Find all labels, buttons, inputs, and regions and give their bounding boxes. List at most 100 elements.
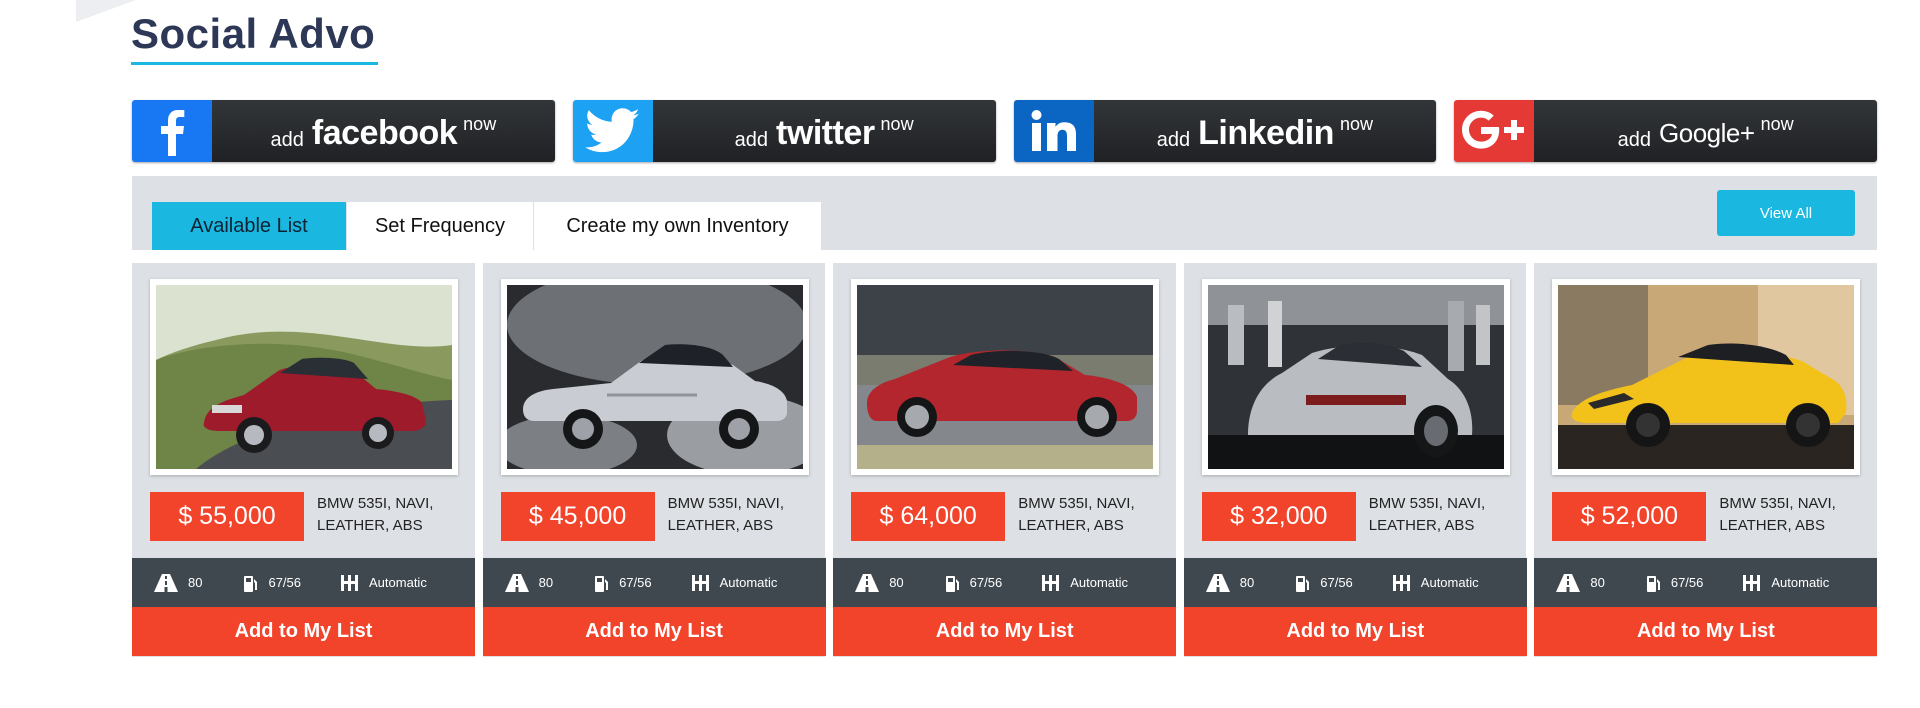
fuel-value: 67/56	[268, 575, 302, 590]
mileage-value: 80	[1590, 575, 1605, 590]
car-description: BMW 535I, NAVI, LEATHER, ABS	[1719, 495, 1836, 534]
car-card: $ 32,000 BMW 535I, NAVI, LEATHER, ABS 80…	[1183, 263, 1527, 657]
page-header: Social Advo	[131, 10, 375, 58]
fuel-value: 67/56	[1320, 575, 1353, 590]
fuel-pump-icon	[1296, 575, 1310, 592]
yellow-supercar-photo[interactable]	[1558, 285, 1855, 469]
fuel-spec: 67/56	[945, 574, 1003, 592]
add-google-plus-button[interactable]: add Google+ now	[1454, 100, 1877, 162]
gearbox-icon	[1743, 574, 1761, 591]
fuel-value: 67/56	[619, 575, 652, 590]
social-brand-text: twitter	[776, 113, 875, 152]
fuel-spec: 67/56	[244, 574, 301, 592]
tab-create-inventory[interactable]: Create my own Inventory	[534, 202, 822, 250]
fuel-value: 67/56	[969, 575, 1003, 590]
tab-panel: Available List Set Frequency Create my o…	[132, 176, 1877, 250]
spec-bar: 80 67/56 Automatic	[1534, 558, 1878, 607]
add-twitter-button[interactable]: add twitter now	[572, 100, 996, 162]
car-card: $ 55,000 BMW 535I, NAVI, LEATHER, ABS 80…	[132, 263, 475, 657]
road-icon	[855, 573, 880, 592]
twitter-label: add twitter now	[652, 100, 996, 162]
social-add-text: add	[734, 128, 769, 151]
title-underline	[131, 62, 378, 65]
social-brand-text: facebook	[311, 113, 458, 152]
car-description: BMW 535I, NAVI, LEATHER, ABS	[317, 495, 434, 534]
twitter-bird-icon	[572, 100, 653, 162]
mileage-value: 80	[188, 575, 203, 590]
fuel-pump-icon	[244, 575, 258, 592]
car-description: BMW 535I, NAVI, LEATHER, ABS	[667, 495, 785, 534]
transmission-value: Automatic	[1420, 575, 1479, 590]
mileage-spec: 80	[1556, 573, 1605, 592]
facebook-label: add facebook now	[212, 100, 555, 162]
social-brand-text: Google+	[1659, 117, 1755, 148]
add-to-list-button[interactable]: Add to My List	[132, 607, 475, 656]
page-title: Social Advo	[131, 10, 376, 57]
road-icon	[1205, 573, 1230, 592]
add-to-list-button[interactable]: Add to My List	[1534, 607, 1878, 656]
social-buttons: add facebook now add twitter now add Lin…	[132, 100, 1877, 162]
transmission-spec: Automatic	[1741, 574, 1830, 591]
add-facebook-button[interactable]: add facebook now	[132, 100, 555, 162]
silver-convertible-photo[interactable]	[506, 285, 803, 469]
transmission-value: Automatic	[369, 575, 427, 590]
gearbox-icon	[341, 574, 359, 591]
mileage-spec: 80	[504, 573, 554, 592]
page: Social Advo add facebook now add twitter…	[0, 0, 1920, 708]
social-now-text: now	[1339, 113, 1373, 134]
car-photo-frame	[1201, 279, 1510, 475]
tab-set-frequency[interactable]: Set Frequency	[347, 202, 534, 250]
mileage-spec: 80	[1205, 573, 1255, 592]
mileage-spec: 80	[855, 573, 904, 592]
mileage-spec: 80	[154, 573, 203, 592]
mileage-value: 80	[889, 575, 904, 590]
car-description: BMW 535I, NAVI, LEATHER, ABS	[1018, 495, 1135, 534]
red-coupe-photo[interactable]	[857, 285, 1154, 469]
mileage-value: 80	[1239, 575, 1255, 590]
transmission-value: Automatic	[1771, 575, 1830, 590]
car-description: BMW 535I, NAVI, LEATHER, ABS	[1368, 495, 1486, 534]
transmission-value: Automatic	[1070, 575, 1129, 590]
road-icon	[1556, 573, 1581, 592]
red-sedan-photo[interactable]	[156, 285, 452, 469]
facebook-icon	[132, 100, 212, 162]
fuel-pump-icon	[595, 575, 609, 592]
road-icon	[154, 573, 178, 592]
fuel-value: 67/56	[1670, 575, 1704, 590]
transmission-spec: Automatic	[1040, 574, 1129, 591]
fuel-spec: 67/56	[1646, 574, 1704, 592]
gearbox-icon	[691, 574, 709, 591]
mileage-value: 80	[538, 575, 554, 590]
car-photo-frame	[150, 279, 458, 475]
transmission-spec: Automatic	[1391, 574, 1479, 591]
add-to-list-button[interactable]: Add to My List	[1183, 607, 1527, 656]
fuel-pump-icon	[1646, 575, 1660, 592]
corner-decoration	[76, 0, 136, 22]
price-badge: $ 55,000	[150, 492, 304, 541]
car-list: $ 55,000 BMW 535I, NAVI, LEATHER, ABS 80…	[132, 263, 1878, 657]
silver-coupe-photo[interactable]	[1207, 285, 1504, 469]
social-now-text: now	[1760, 113, 1794, 134]
tab-available-list[interactable]: Available List	[152, 202, 347, 250]
add-linkedin-button[interactable]: add Linkedin now	[1013, 100, 1437, 162]
price-badge: $ 45,000	[500, 492, 655, 541]
car-card: $ 64,000 BMW 535I, NAVI, LEATHER, ABS 80…	[833, 263, 1177, 657]
fuel-pump-icon	[945, 575, 959, 592]
add-to-list-button[interactable]: Add to My List	[833, 607, 1177, 656]
road-icon	[504, 573, 529, 592]
price-badge: $ 64,000	[851, 492, 1006, 541]
fuel-spec: 67/56	[1296, 574, 1353, 592]
gearbox-icon	[1392, 574, 1410, 591]
fuel-spec: 67/56	[595, 574, 652, 592]
price-badge: $ 52,000	[1552, 492, 1707, 541]
gearbox-icon	[1042, 574, 1060, 591]
spec-bar: 80 67/56 Automatic	[1183, 558, 1527, 607]
spec-bar: 80 67/56 Automatic	[132, 558, 475, 607]
linkedin-icon	[1013, 100, 1094, 162]
price-badge: $ 32,000	[1201, 492, 1356, 541]
tab-bar: Available List Set Frequency Create my o…	[152, 202, 822, 250]
add-to-list-button[interactable]: Add to My List	[482, 607, 826, 656]
view-all-button[interactable]: View All	[1717, 190, 1855, 236]
google-plus-label: add Google+ now	[1534, 100, 1877, 162]
car-photo-frame	[500, 279, 809, 475]
